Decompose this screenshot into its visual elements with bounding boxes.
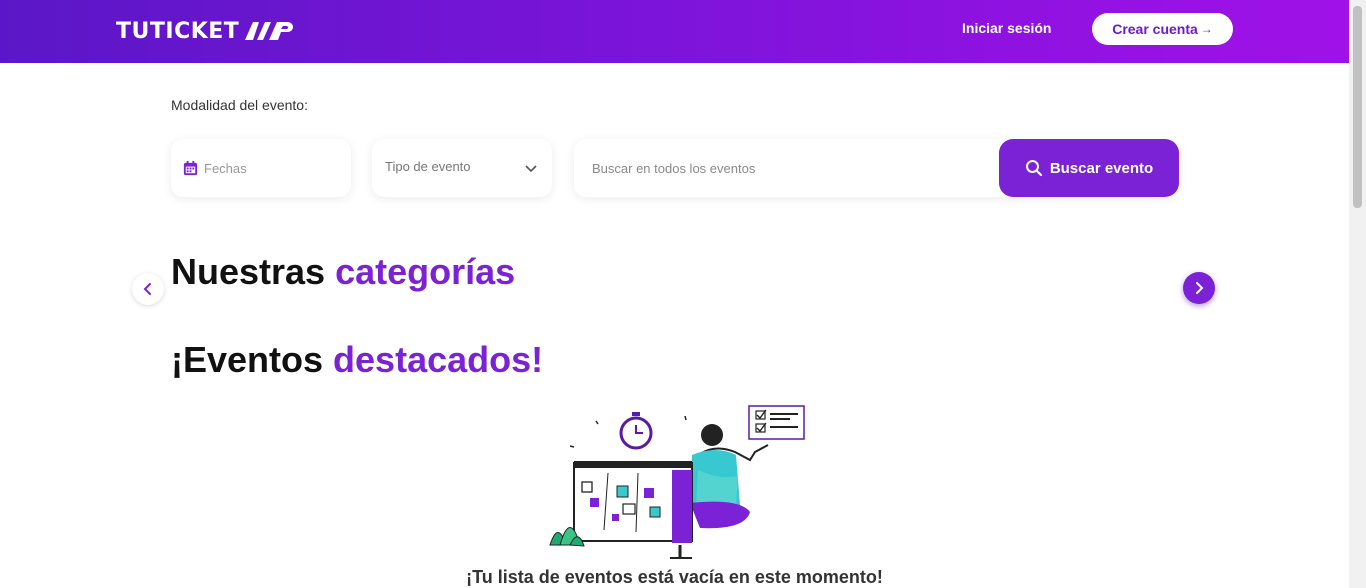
- search-bar: Buscar evento: [574, 139, 1179, 197]
- search-input[interactable]: [574, 139, 999, 197]
- create-account-label: Crear cuenta: [1112, 21, 1198, 37]
- event-type-select[interactable]: Tipo de evento: [372, 139, 552, 197]
- event-type-placeholder: Tipo de evento: [385, 158, 471, 174]
- date-placeholder: Fechas: [204, 160, 247, 176]
- categories-title-accent: categorías: [335, 251, 516, 292]
- logo-text: TUTICKET: [116, 18, 240, 44]
- featured-events-title: ¡Eventos destacados!: [171, 339, 543, 381]
- empty-events-illustration: [549, 405, 805, 559]
- search-icon: [1025, 160, 1042, 177]
- chevron-down-icon: [525, 165, 537, 173]
- create-account-button[interactable]: Crear cuenta →: [1092, 13, 1233, 45]
- empty-events-message: ¡Tu lista de eventos está vacía en este …: [466, 567, 883, 587]
- featured-title-plain: ¡Eventos: [171, 339, 334, 380]
- chevron-left-icon: [143, 283, 151, 295]
- chevron-right-icon: [1196, 282, 1204, 294]
- date-picker[interactable]: Fechas: [171, 139, 351, 197]
- calendar-icon: [183, 160, 198, 175]
- tuticket-logo[interactable]: TUTICKET: [116, 17, 299, 45]
- search-event-button[interactable]: Buscar evento: [999, 139, 1179, 197]
- carousel-prev-button[interactable]: [132, 273, 164, 305]
- carousel-next-button[interactable]: [1183, 272, 1215, 304]
- search-button-label: Buscar evento: [1049, 159, 1154, 177]
- categories-title-plain: Nuestras: [171, 251, 336, 292]
- featured-title-accent: destacados!: [333, 339, 544, 380]
- categories-title: Nuestras categorías: [171, 251, 515, 293]
- arrow-right-icon: →: [1200, 22, 1213, 36]
- scrollbar-thumb[interactable]: [1353, 6, 1362, 208]
- login-link[interactable]: Iniciar sesión: [962, 20, 1051, 36]
- event-mode-label: Modalidad del evento:: [171, 97, 308, 113]
- page-scrollbar[interactable]: [1349, 0, 1366, 588]
- top-header: TUTICKET Iniciar sesión Crear cuenta →: [0, 0, 1349, 63]
- logo-vip-mark: [245, 22, 294, 40]
